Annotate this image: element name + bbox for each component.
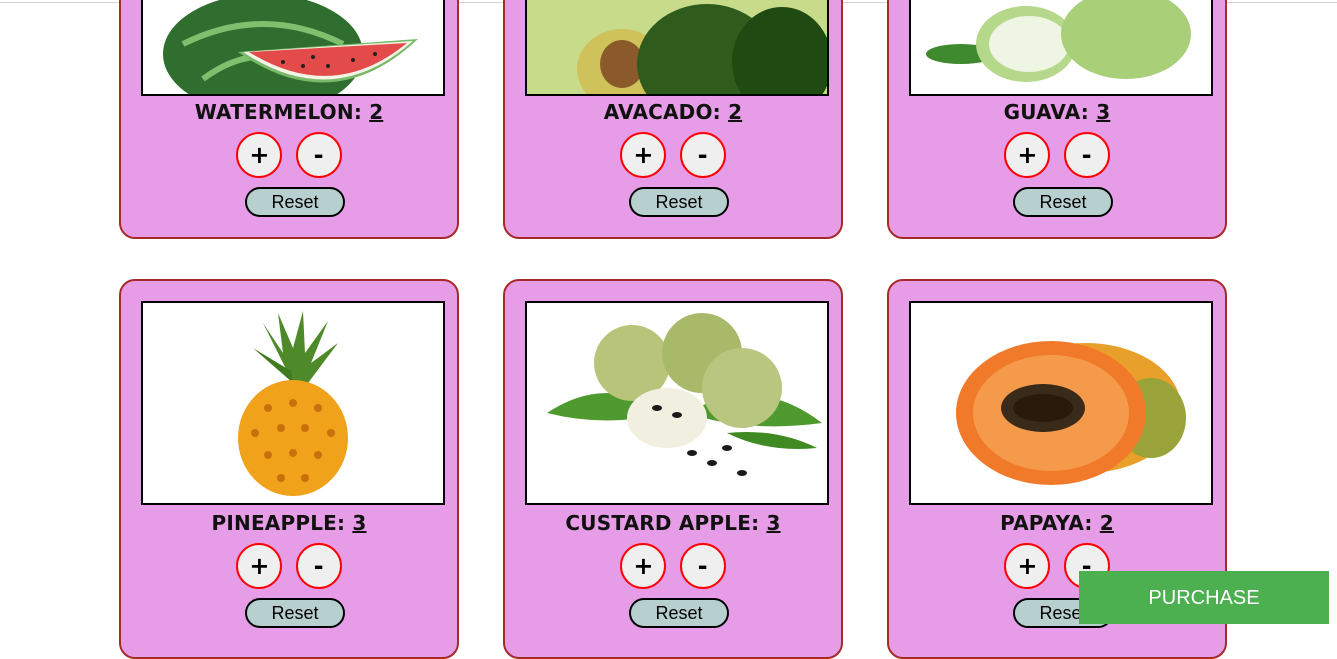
quantity-controls: + - <box>121 543 457 589</box>
reset-button[interactable]: Reset <box>629 187 729 217</box>
reset-button[interactable]: Reset <box>245 187 345 217</box>
increment-button[interactable]: + <box>1004 132 1051 178</box>
fruit-count: 2 <box>728 100 743 124</box>
decrement-button[interactable]: - <box>295 132 342 178</box>
papaya-image <box>909 301 1213 505</box>
watermelon-image <box>141 0 445 96</box>
pineapple-image <box>141 301 445 505</box>
fruit-label: PINEAPPLE: 3 <box>121 511 457 535</box>
fruit-label: CUSTARD APPLE: 3 <box>505 511 841 535</box>
fruit-label: PAPAYA: 2 <box>889 511 1225 535</box>
increment-button[interactable]: + <box>1004 543 1051 589</box>
quantity-controls: + - <box>121 132 457 178</box>
reset-button[interactable]: Reset <box>1013 187 1113 217</box>
increment-button[interactable]: + <box>620 132 667 178</box>
fruit-name: GUAVA: <box>1003 100 1090 124</box>
fruit-count: 2 <box>369 100 384 124</box>
fruit-name: PAPAYA: <box>1000 511 1093 535</box>
guava-image <box>909 0 1213 96</box>
fruit-count: 2 <box>1099 511 1114 535</box>
fruit-count: 3 <box>1096 100 1111 124</box>
fruit-label: GUAVA: 3 <box>889 100 1225 124</box>
decrement-button[interactable]: - <box>679 132 726 178</box>
custard-apple-image <box>525 301 829 505</box>
reset-button[interactable]: Reset <box>245 598 345 628</box>
fruit-card-avacado: AVACADO: 2 + - Reset <box>503 0 843 239</box>
fruit-name: WATERMELON: <box>194 100 363 124</box>
reset-button[interactable]: Reset <box>629 598 729 628</box>
avacado-image <box>525 0 829 96</box>
fruit-count: 3 <box>352 511 367 535</box>
decrement-button[interactable]: - <box>1063 132 1110 178</box>
quantity-controls: + - <box>889 132 1225 178</box>
quantity-controls: + - <box>505 543 841 589</box>
decrement-button[interactable]: - <box>295 543 342 589</box>
fruit-count: 3 <box>766 511 781 535</box>
fruit-label: AVACADO: 2 <box>505 100 841 124</box>
purchase-button[interactable]: PURCHASE <box>1079 571 1329 624</box>
fruit-card-watermelon: WATERMELON: 2 + - Reset <box>119 0 459 239</box>
quantity-controls: + - <box>505 132 841 178</box>
increment-button[interactable]: + <box>236 132 283 178</box>
increment-button[interactable]: + <box>620 543 667 589</box>
fruit-name: PINEAPPLE: <box>211 511 346 535</box>
fruit-label: WATERMELON: 2 <box>121 100 457 124</box>
fruit-name: CUSTARD APPLE: <box>565 511 760 535</box>
fruit-name: AVACADO: <box>603 100 721 124</box>
fruit-card-guava: GUAVA: 3 + - Reset <box>887 0 1227 239</box>
decrement-button[interactable]: - <box>679 543 726 589</box>
increment-button[interactable]: + <box>236 543 283 589</box>
fruit-card-custard-apple: CUSTARD APPLE: 3 + - Reset <box>503 279 843 659</box>
fruit-card-pineapple: PINEAPPLE: 3 + - Reset <box>119 279 459 659</box>
